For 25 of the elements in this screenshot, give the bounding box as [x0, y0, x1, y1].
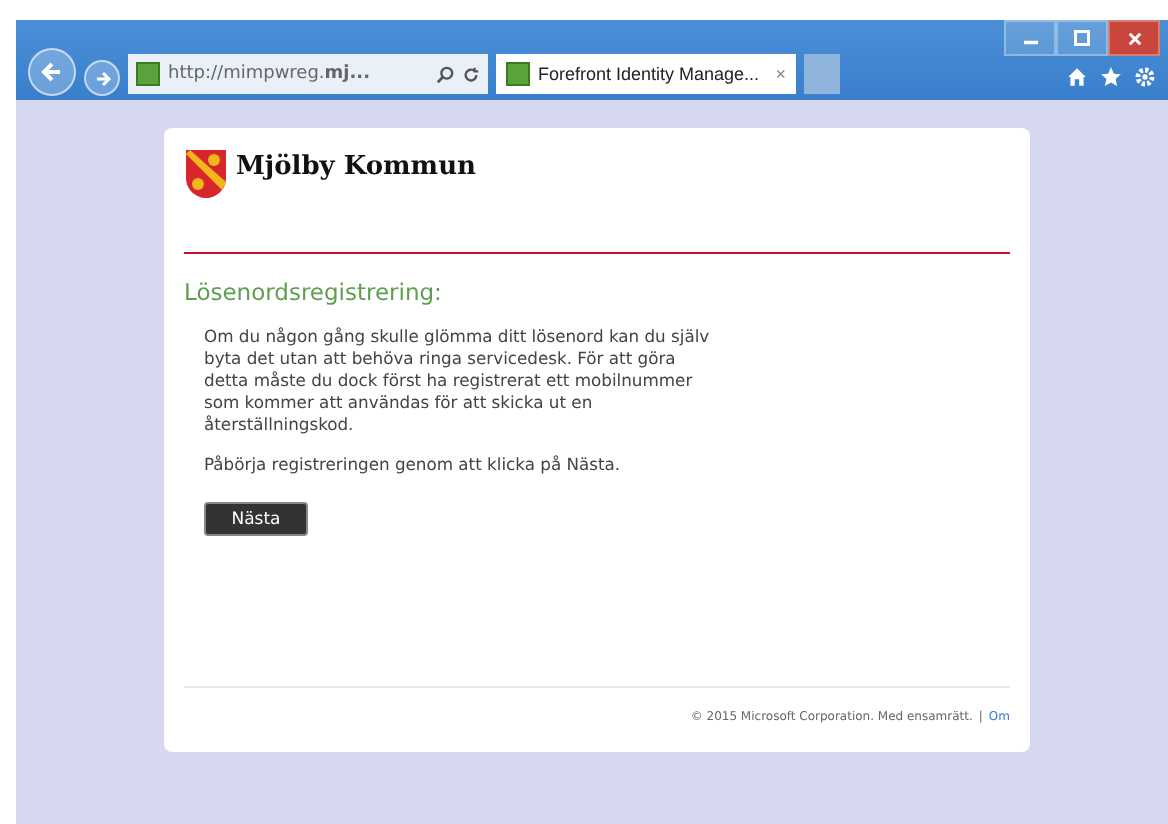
close-icon — [1127, 31, 1141, 45]
next-button[interactable]: Nästa — [204, 502, 308, 537]
close-tab-button[interactable]: × — [775, 64, 786, 84]
star-icon[interactable] — [1100, 66, 1122, 88]
settings-icon[interactable] — [1134, 66, 1156, 88]
back-button[interactable] — [28, 48, 76, 96]
search-icon[interactable] — [436, 65, 454, 83]
coat-of-arms-logo — [184, 148, 228, 200]
paragraph: Påbörja registreringen genom att klicka på Nästa. — [204, 453, 623, 476]
left-arrow-icon — [40, 60, 64, 84]
page-icon — [506, 62, 530, 86]
address-bar[interactable]: http://mimpwreg.mj... — [128, 54, 488, 94]
minimize-button[interactable] — [1004, 20, 1056, 56]
page-heading: Lösenordsregistrering: — [184, 278, 444, 306]
forward-button[interactable] — [84, 60, 120, 96]
home-icon[interactable] — [1066, 66, 1088, 88]
browser-tab[interactable]: Forefront Identity Manage... × — [496, 54, 796, 94]
close-button[interactable] — [1108, 20, 1160, 56]
logo-text: Mjölby Kommun — [236, 152, 476, 182]
paragraph: Om du någon gång skulle glömma ditt lösenord kan du själv byta det utan att behöva ringa servicedesk. För att göra detta måste du dock först ha registrerat ett mobilnummer som kommer att användas för att skicka ut en återställningskod. — [204, 326, 712, 436]
page-icon — [136, 62, 160, 86]
maximize-icon — [1074, 30, 1090, 46]
right-arrow-icon — [93, 69, 111, 87]
refresh-icon[interactable] — [462, 65, 480, 83]
maximize-button[interactable] — [1056, 20, 1108, 56]
